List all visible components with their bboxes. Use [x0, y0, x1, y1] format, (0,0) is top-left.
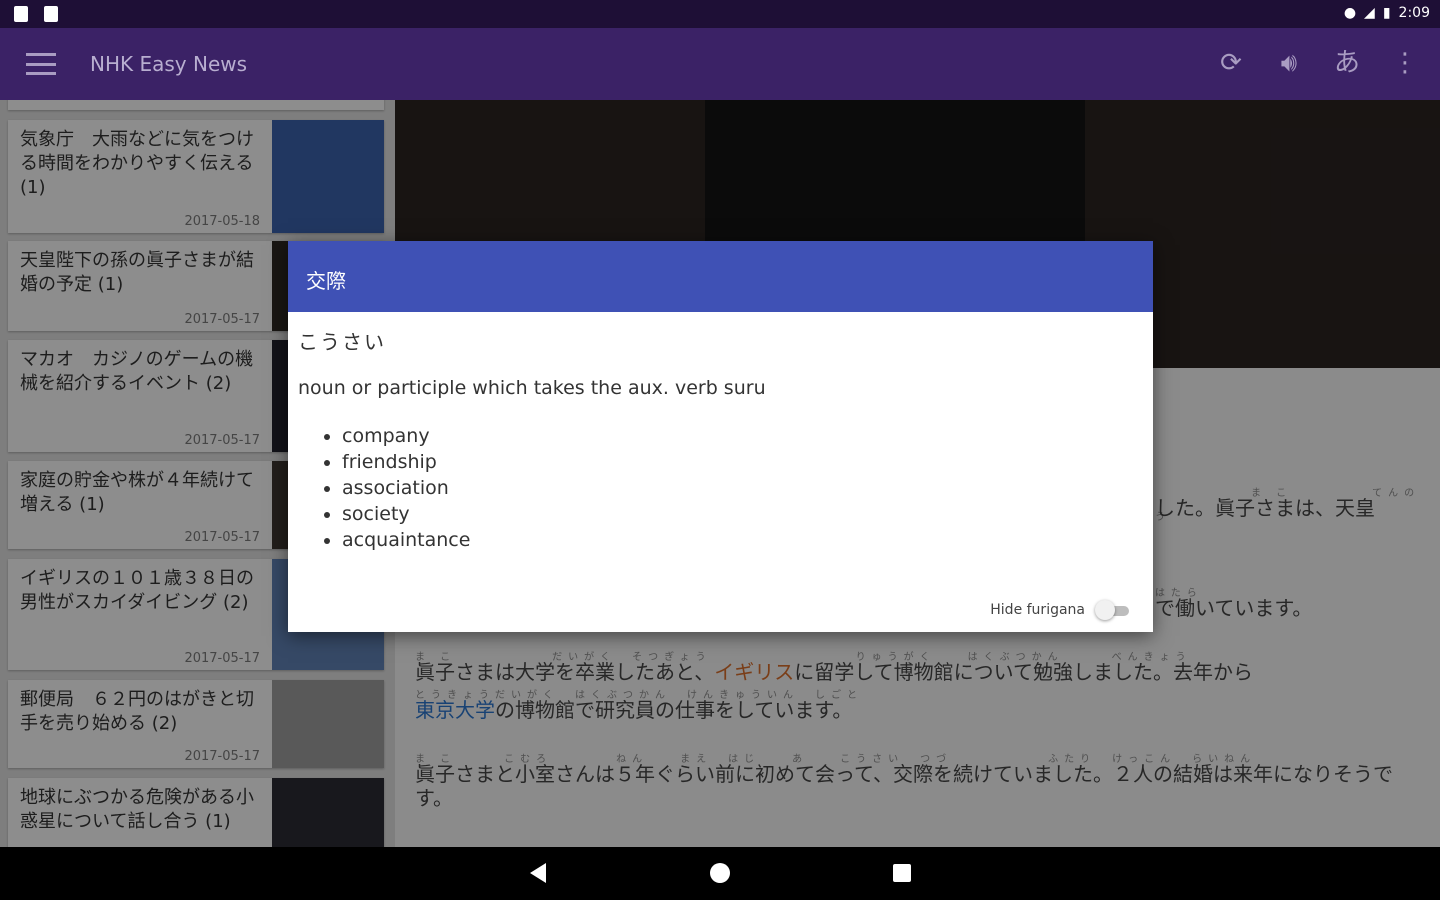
menu-icon[interactable] [24, 50, 58, 78]
recents-icon[interactable] [893, 864, 911, 882]
system-nav-bar [0, 847, 1440, 900]
furigana-toggle-button[interactable]: あ [1332, 46, 1362, 80]
meaning-item: friendship [342, 449, 470, 475]
dnd-icon: ● [1343, 5, 1357, 21]
meaning-item: company [342, 423, 470, 449]
part-of-speech: noun or participle which takes the aux. … [298, 377, 766, 399]
dialog-title: 交際 [288, 241, 1153, 312]
hide-furigana-label: Hide furigana [990, 602, 1085, 618]
notification-icon-2 [44, 6, 58, 22]
status-bar: ● ◢ ▮ 2:09 [0, 0, 1440, 28]
hide-furigana-row: Hide furigana [990, 600, 1131, 620]
back-icon[interactable] [530, 863, 546, 883]
app-title: NHK Easy News [90, 52, 248, 76]
signal-icon: ◢ [1364, 5, 1375, 21]
word-reading: こうさい [298, 330, 386, 354]
meaning-item: acquaintance [342, 527, 470, 553]
battery-icon: ▮ [1382, 5, 1391, 21]
dictionary-dialog: 交際 こうさい noun or participle which takes t… [288, 241, 1153, 632]
notification-icon [14, 6, 28, 22]
meaning-item: society [342, 501, 470, 527]
clock: 2:09 [1398, 5, 1430, 21]
volume-icon[interactable]: 🔊︎ [1274, 46, 1304, 80]
home-icon[interactable] [710, 863, 730, 883]
more-vert-icon[interactable]: ⋮ [1390, 46, 1420, 80]
meanings-list: company friendship association society a… [342, 423, 470, 553]
hide-furigana-switch[interactable] [1095, 600, 1131, 620]
app-bar: NHK Easy News ⟳ 🔊︎ あ ⋮ [0, 28, 1440, 100]
refresh-icon[interactable]: ⟳ [1216, 46, 1246, 80]
meaning-item: association [342, 475, 470, 501]
